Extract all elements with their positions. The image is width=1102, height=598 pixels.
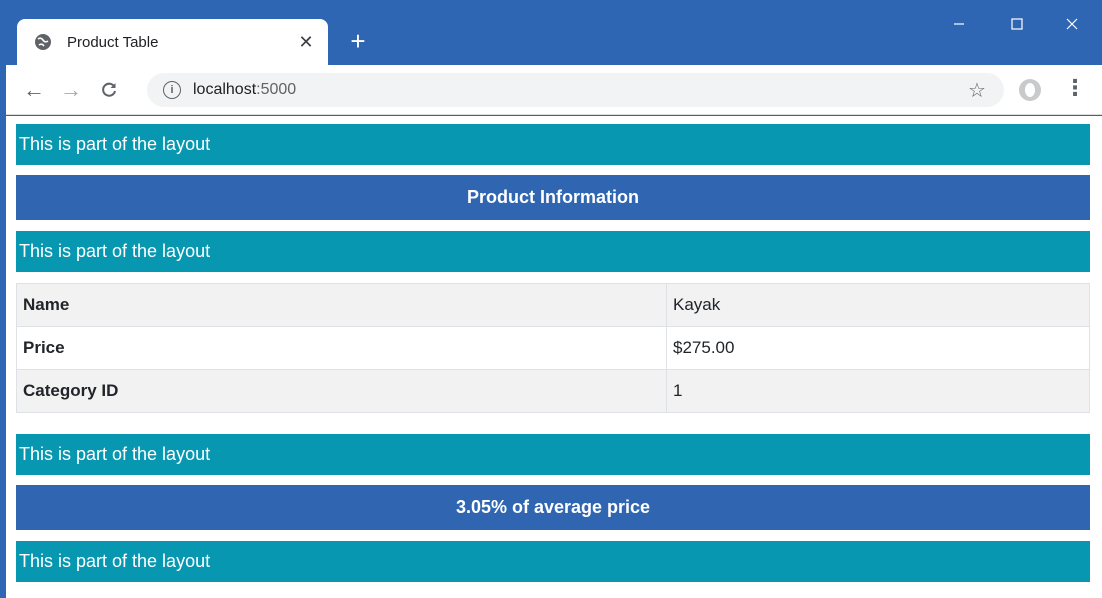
- table-row: Category ID 1: [16, 369, 1090, 413]
- product-table: Name Kayak Price $275.00 Category ID 1: [16, 283, 1090, 413]
- minimize-button[interactable]: [936, 8, 982, 40]
- tab-title: Product Table: [67, 33, 159, 51]
- row-label: Name: [16, 283, 667, 327]
- table-row: Price $275.00: [16, 326, 1090, 370]
- page-content: This is part of the layout Product Infor…: [6, 116, 1102, 598]
- address-bar[interactable]: i localhost:5000: [147, 73, 1004, 107]
- new-tab-button[interactable]: +: [343, 26, 373, 56]
- table-row: Name Kayak: [16, 283, 1090, 327]
- row-label: Price: [16, 326, 667, 370]
- row-value: 1: [666, 369, 1090, 413]
- layout-banner: This is part of the layout: [16, 231, 1090, 272]
- url-host: localhost: [193, 81, 257, 98]
- browser-toolbar: ← → i localhost:5000 ☆ ⋮: [6, 65, 1102, 115]
- profile-avatar[interactable]: [1019, 79, 1041, 101]
- layout-banner: This is part of the layout: [16, 124, 1090, 165]
- menu-kebab-icon[interactable]: ⋮: [1064, 75, 1086, 101]
- forward-arrow-icon[interactable]: →: [56, 75, 86, 105]
- tab-product-table[interactable]: Product Table ✕: [17, 19, 328, 65]
- title-bar: Product Table ✕ +: [6, 0, 1102, 65]
- product-info-header: Product Information: [16, 175, 1090, 220]
- globe-icon: [33, 32, 53, 52]
- reload-icon[interactable]: [94, 75, 124, 105]
- row-value: $275.00: [666, 326, 1090, 370]
- close-tab-icon[interactable]: ✕: [294, 30, 318, 54]
- url-port: :5000: [256, 81, 297, 98]
- average-price-header: 3.05% of average price: [16, 485, 1090, 530]
- row-value: Kayak: [666, 283, 1090, 327]
- layout-banner: This is part of the layout: [16, 434, 1090, 475]
- back-arrow-icon[interactable]: ←: [19, 75, 49, 105]
- browser-window: Product Table ✕ + ← → i localhost:5000 ☆…: [6, 0, 1102, 598]
- maximize-button[interactable]: [994, 8, 1040, 40]
- layout-banner: This is part of the layout: [16, 541, 1090, 582]
- row-label: Category ID: [16, 369, 667, 413]
- url-text: localhost:5000: [193, 81, 296, 99]
- close-window-button[interactable]: [1049, 8, 1095, 40]
- bookmark-star-icon[interactable]: ☆: [968, 78, 986, 103]
- info-icon[interactable]: i: [163, 81, 181, 99]
